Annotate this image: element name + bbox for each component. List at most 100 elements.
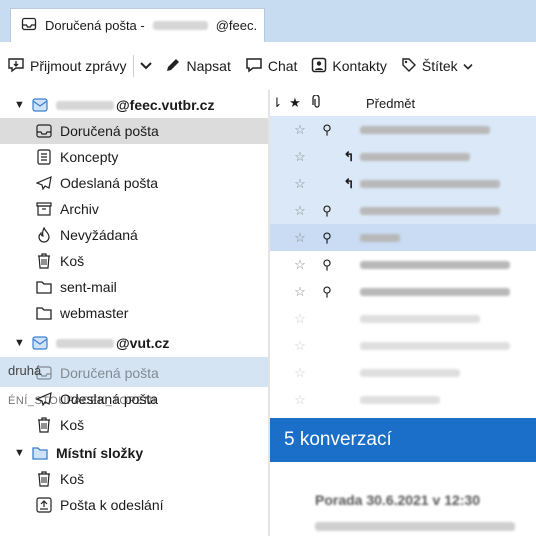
star-icon[interactable]: ☆ <box>284 338 316 354</box>
subject-column-header[interactable]: Předmět <box>366 96 415 111</box>
reply-icon: ↰ <box>343 175 355 191</box>
message-list: ⇂ ★ Předmět ☆ ⚲ ☆ ↰ ☆ ↰ ☆ ⚲ ☆ ⚲ ☆ ⚲ ☆ ⚲ <box>270 90 536 420</box>
chat-button[interactable]: Chat <box>238 50 305 82</box>
compose-label: Napsat <box>186 58 231 74</box>
folder-label: Odeslaná pošta <box>60 391 159 407</box>
mail-toolbar: Přijmout zprávy Napsat Chat Kontakty Ští… <box>0 42 536 91</box>
folder-sent-mail[interactable]: sent-mail <box>0 274 268 300</box>
contacts-button[interactable]: Kontakty <box>304 50 393 82</box>
inbox-icon <box>21 16 37 35</box>
folder-sent-vut[interactable]: Odeslaná pošta <box>0 386 268 412</box>
message-row[interactable]: ☆ <box>270 386 536 413</box>
message-subject <box>360 287 510 296</box>
star-column-icon[interactable]: ★ <box>284 95 306 111</box>
message-row[interactable]: ☆ ⚲ <box>270 224 536 251</box>
folder-label: Archiv <box>60 201 99 217</box>
star-icon[interactable]: ☆ <box>284 311 316 327</box>
folder-archive[interactable]: Archiv <box>0 196 268 222</box>
blurred-user <box>152 21 208 30</box>
tab-title-prefix: Doručená pošta - <box>45 18 145 33</box>
chevron-down-icon: ▼ <box>14 337 25 349</box>
star-icon[interactable]: ☆ <box>284 203 316 219</box>
folder-trash-local[interactable]: Koš <box>0 466 268 492</box>
message-row[interactable]: ☆ ⚲ <box>270 116 536 143</box>
message-subject <box>360 125 490 134</box>
message-row[interactable]: ☆ <box>270 305 536 332</box>
attachment-icon: ⚲ <box>322 121 332 137</box>
trash-icon <box>36 253 52 269</box>
star-icon[interactable]: ☆ <box>284 230 316 246</box>
folder-inbox[interactable]: Doručená pošta <box>0 118 268 144</box>
drafts-icon <box>36 149 52 165</box>
preview-title: Porada 30.6.2021 v 12:30 <box>315 492 481 508</box>
blurred-user <box>56 100 114 110</box>
chevron-down-icon: ▼ <box>14 447 25 459</box>
tab-inbox[interactable]: Doručená pošta - @feec. <box>10 8 265 42</box>
inbox-icon <box>36 365 52 381</box>
preview-snippet <box>315 522 515 531</box>
list-header: ⇂ ★ Předmět <box>270 90 536 117</box>
compose-button[interactable]: Napsat <box>158 50 237 82</box>
account-feec[interactable]: ▼ @feec.vutbr.cz <box>0 92 268 118</box>
folder-icon <box>36 279 52 295</box>
tag-icon <box>401 57 417 76</box>
star-icon[interactable]: ☆ <box>284 365 316 381</box>
message-subject <box>360 260 510 269</box>
message-row[interactable]: ☆ <box>270 359 536 386</box>
message-row[interactable]: ☆ ↰ <box>270 143 536 170</box>
message-preview: Porada 30.6.2021 v 12:30 <box>270 462 536 536</box>
folder-label: sent-mail <box>60 279 117 295</box>
folder-webmaster[interactable]: webmaster <box>0 300 268 326</box>
address-book-icon <box>311 57 327 76</box>
message-subject <box>360 368 460 377</box>
account-vut[interactable]: ▼ @vut.cz <box>0 330 268 356</box>
attachment-icon: ⚲ <box>322 283 332 299</box>
folder-label: Nevyžádaná <box>60 227 138 243</box>
folder-junk[interactable]: Nevyžádaná <box>0 222 268 248</box>
reply-icon: ↰ <box>343 148 355 164</box>
message-row[interactable]: ☆ ↰ <box>270 170 536 197</box>
star-icon[interactable]: ☆ <box>284 122 316 138</box>
download-icon <box>7 57 25 76</box>
folder-label: Koncepty <box>60 149 119 165</box>
star-icon[interactable]: ☆ <box>284 257 316 273</box>
get-mail-button[interactable]: Přijmout zprávy <box>0 50 133 82</box>
folder-drafts[interactable]: Koncepty <box>0 144 268 170</box>
paper-plane-icon <box>36 175 52 191</box>
pencil-icon <box>165 57 181 76</box>
folder-trash[interactable]: Koš <box>0 248 268 274</box>
contacts-label: Kontakty <box>332 58 387 74</box>
tab-title-suffix: @feec. <box>215 18 258 33</box>
get-mail-dropdown[interactable] <box>134 50 158 82</box>
attachment-column-icon[interactable] <box>306 93 328 112</box>
folder-icon <box>36 305 52 321</box>
tab-bar: Doručená pošta - @feec. <box>0 0 536 42</box>
tag-button[interactable]: Štítek <box>394 50 480 82</box>
star-icon[interactable]: ☆ <box>284 284 316 300</box>
trash-icon <box>36 471 52 487</box>
folder-pane: ▼ @feec.vutbr.cz Doručená pošta Koncepty… <box>0 90 268 536</box>
trash-icon <box>36 417 52 433</box>
local-folders[interactable]: ▼ Místní složky <box>0 440 268 466</box>
thread-column-icon[interactable]: ⇂ <box>270 95 284 111</box>
message-row[interactable]: ☆ ⚲ <box>270 278 536 305</box>
chevron-down-icon <box>140 58 153 74</box>
message-row[interactable]: ☆ ⚲ <box>270 197 536 224</box>
attachment-icon: ⚲ <box>322 229 332 245</box>
message-row[interactable]: ☆ <box>270 332 536 359</box>
account-vut-label: @vut.cz <box>116 335 170 351</box>
message-subject <box>360 152 470 161</box>
folder-label: Koš <box>60 471 85 487</box>
folder-inbox-vut[interactable]: Doručená pošta <box>0 360 268 386</box>
star-icon[interactable]: ☆ <box>284 176 316 192</box>
chevron-down-icon: ▼ <box>14 99 25 111</box>
star-icon[interactable]: ☆ <box>284 392 316 408</box>
message-subject <box>360 206 500 215</box>
folder-outbox[interactable]: Pošta k odeslání <box>0 492 268 518</box>
archive-icon <box>36 201 52 217</box>
mail-account-icon <box>32 97 48 113</box>
folder-trash-vut[interactable]: Koš <box>0 412 268 438</box>
folder-sent[interactable]: Odeslaná pošta <box>0 170 268 196</box>
star-icon[interactable]: ☆ <box>284 149 316 165</box>
message-row[interactable]: ☆ ⚲ <box>270 251 536 278</box>
